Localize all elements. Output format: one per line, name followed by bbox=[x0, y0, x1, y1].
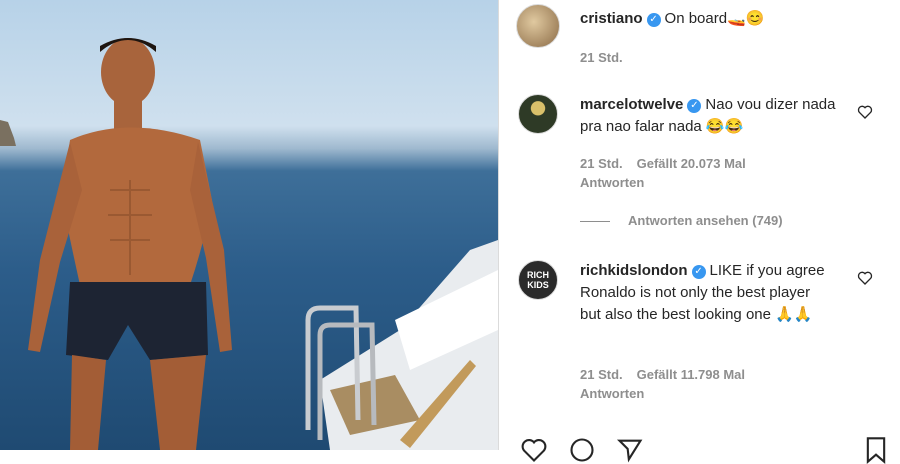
verified-check-icon: ✓ bbox=[646, 13, 661, 27]
comment-text-row: marcelotwelve ✓ Nao vou dizer nada pra nao… bbox=[580, 94, 850, 138]
comment-avatar-richkidslondon[interactable]: RICH KIDS bbox=[518, 260, 558, 300]
caption-time[interactable]: 21 Std. bbox=[580, 48, 637, 67]
comment-text-row: richkidslondon ✓ LIKE if you agree Ronaldo… bbox=[580, 260, 830, 326]
view-replies-line bbox=[580, 221, 610, 223]
reply-button[interactable]: Antworten bbox=[580, 175, 644, 190]
bookmark-icon[interactable] bbox=[860, 436, 892, 464]
verified-check-icon: ✓ bbox=[687, 99, 702, 113]
heart-outline-icon[interactable] bbox=[857, 270, 873, 286]
cliff-shape bbox=[0, 120, 16, 146]
heart-outline-icon[interactable] bbox=[857, 104, 873, 120]
comment-username[interactable]: marcelotwelve bbox=[580, 96, 683, 113]
comment-bubble-icon[interactable] bbox=[566, 436, 598, 464]
comment-time[interactable]: 21 Std. bbox=[580, 156, 623, 171]
comment-meta: 21 Std. Gefällt 11.798 Mal Antworten bbox=[580, 365, 880, 403]
paper-plane-icon[interactable] bbox=[614, 436, 646, 464]
caption-time-text[interactable]: 21 Std. bbox=[580, 50, 623, 65]
heart-outline-icon[interactable] bbox=[518, 436, 550, 464]
reply-button[interactable]: Antworten bbox=[580, 386, 644, 401]
comment-meta: 21 Std. Gefällt 20.073 Mal Antworten bbox=[580, 154, 880, 192]
verified-check-icon: ✓ bbox=[691, 265, 706, 279]
author-avatar[interactable] bbox=[516, 4, 560, 48]
comment-likes[interactable]: Gefällt 20.073 Mal bbox=[637, 156, 746, 171]
caption-row: cristiano ✓ On board🚤😊 bbox=[580, 8, 880, 30]
post-photo-graphic bbox=[0, 38, 498, 450]
comment-likes[interactable]: Gefällt 11.798 Mal bbox=[637, 367, 745, 382]
author-username[interactable]: cristiano bbox=[580, 10, 643, 27]
person-figure bbox=[28, 38, 232, 450]
comment-time[interactable]: 21 Std. bbox=[580, 367, 623, 382]
comment-avatar-marcelotwelve[interactable] bbox=[518, 94, 558, 134]
caption-text: On board🚤😊 bbox=[664, 10, 765, 27]
view-replies-label[interactable]: Antworten ansehen (749) bbox=[628, 213, 783, 228]
post-photo[interactable] bbox=[0, 0, 498, 450]
comment-username[interactable]: richkidslondon bbox=[580, 262, 688, 279]
view-replies-button[interactable]: Antworten ansehen (749) bbox=[580, 213, 783, 228]
avatar-logo-text: RICH KIDS bbox=[527, 270, 549, 290]
